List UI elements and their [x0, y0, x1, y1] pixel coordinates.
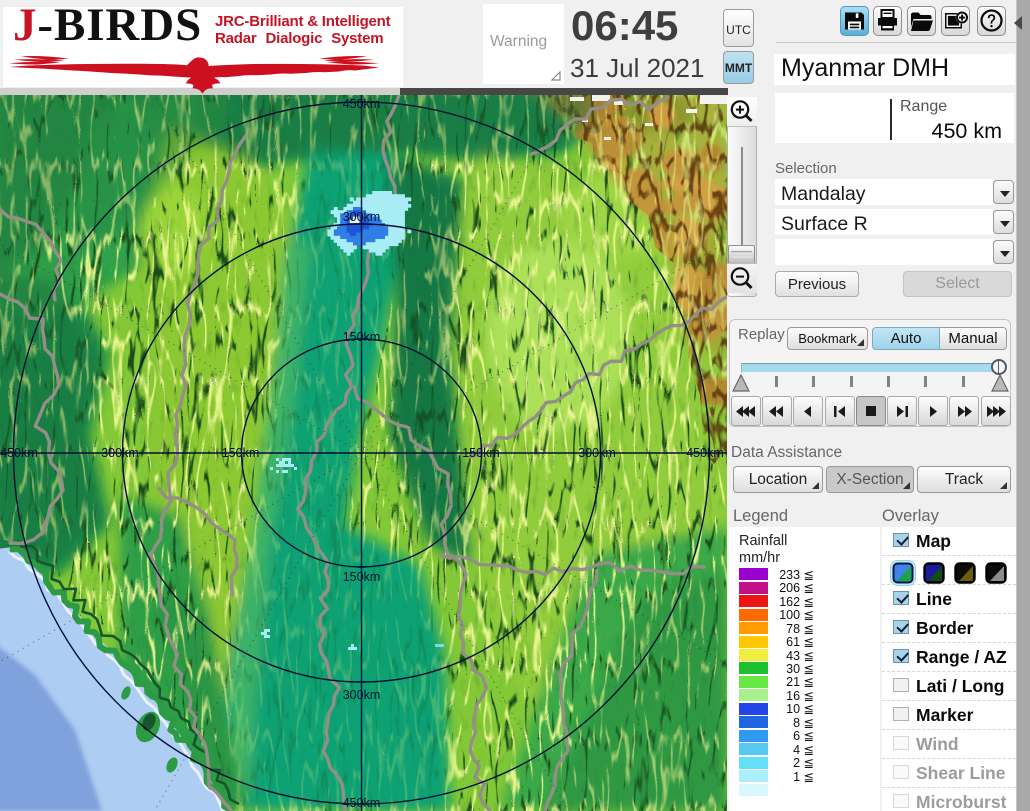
svg-text:300km: 300km — [343, 210, 381, 224]
svg-text:300km: 300km — [578, 446, 616, 460]
svg-text:150km: 150km — [222, 446, 260, 460]
svg-text:300km: 300km — [101, 446, 139, 460]
svg-text:150km: 150km — [343, 570, 381, 584]
svg-text:150km: 150km — [343, 330, 381, 344]
svg-text:450km: 450km — [343, 97, 381, 111]
svg-text:450km: 450km — [343, 796, 381, 810]
svg-text:150km: 150km — [462, 446, 500, 460]
svg-text:300km: 300km — [343, 688, 381, 702]
svg-text:450km: 450km — [686, 446, 724, 460]
svg-text:450km: 450km — [0, 446, 38, 460]
